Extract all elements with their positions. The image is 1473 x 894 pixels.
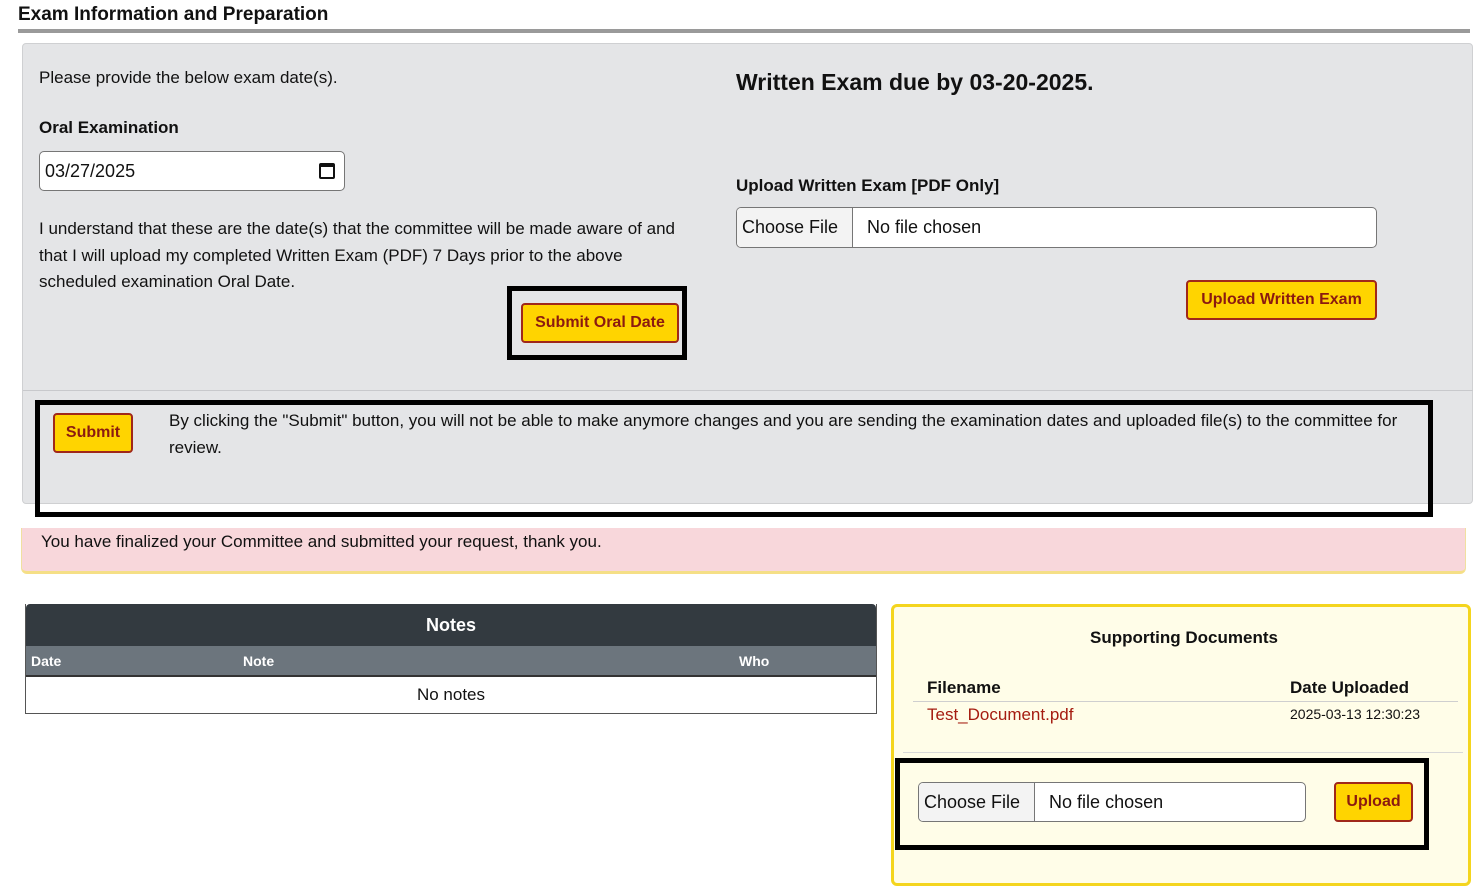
docs-header-rule: [913, 701, 1458, 702]
document-file-input[interactable]: Choose File No file chosen: [918, 782, 1306, 822]
docs-col-filename: Filename: [927, 678, 1001, 697]
oral-date-value: 03/27/2025: [45, 160, 136, 181]
acknowledgement-text: I understand that these are the date(s) …: [39, 219, 675, 291]
written-exam-file-input[interactable]: Choose File No file chosen: [736, 207, 1377, 248]
upload-written-label: Upload Written Exam [PDF Only]: [736, 176, 1000, 195]
exam-intro-text: Please provide the below exam date(s).: [39, 68, 338, 87]
page-title: Exam Information and Preparation: [18, 4, 329, 25]
notes-col-date: Date: [31, 653, 62, 669]
oral-exam-label: Oral Examination: [39, 118, 179, 137]
supporting-documents-title: Supporting Documents: [1090, 628, 1278, 647]
alert-text: You have finalized your Committee and su…: [41, 532, 602, 551]
oral-date-input[interactable]: 03/27/2025: [39, 151, 345, 191]
notes-col-note: Note: [243, 653, 275, 669]
notes-empty-row: No notes: [26, 677, 876, 713]
upload-document-button[interactable]: Upload: [1334, 782, 1413, 822]
docs-col-date: Date Uploaded: [1290, 678, 1410, 697]
notes-column-headers: Date Note Who: [26, 646, 876, 677]
final-submit-text: By clicking the "Submit" button, you wil…: [169, 411, 1398, 457]
document-date: 2025-03-13 12:30:23: [1290, 706, 1420, 722]
docs-divider: [903, 752, 1463, 753]
choose-file-button[interactable]: Choose File: [737, 208, 854, 247]
doc-choose-file-button[interactable]: Choose File: [919, 783, 1036, 821]
submit-oral-date-button[interactable]: Submit Oral Date: [521, 303, 679, 343]
calendar-icon[interactable]: [319, 163, 335, 179]
document-link[interactable]: Test_Document.pdf: [927, 705, 1073, 725]
panel-divider: [23, 390, 1473, 391]
notes-table: Notes Date Note Who No notes: [25, 604, 877, 714]
title-divider: [18, 29, 1470, 33]
doc-file-name-text: No file chosen: [1049, 791, 1164, 812]
written-exam-due: Written Exam due by 03-20-2025.: [736, 69, 1094, 95]
notes-col-who: Who: [739, 653, 770, 669]
notes-title: Notes: [26, 604, 876, 646]
final-submit-button[interactable]: Submit: [53, 413, 133, 453]
upload-written-exam-button[interactable]: Upload Written Exam: [1186, 280, 1377, 320]
file-name-text: No file chosen: [867, 217, 982, 237]
